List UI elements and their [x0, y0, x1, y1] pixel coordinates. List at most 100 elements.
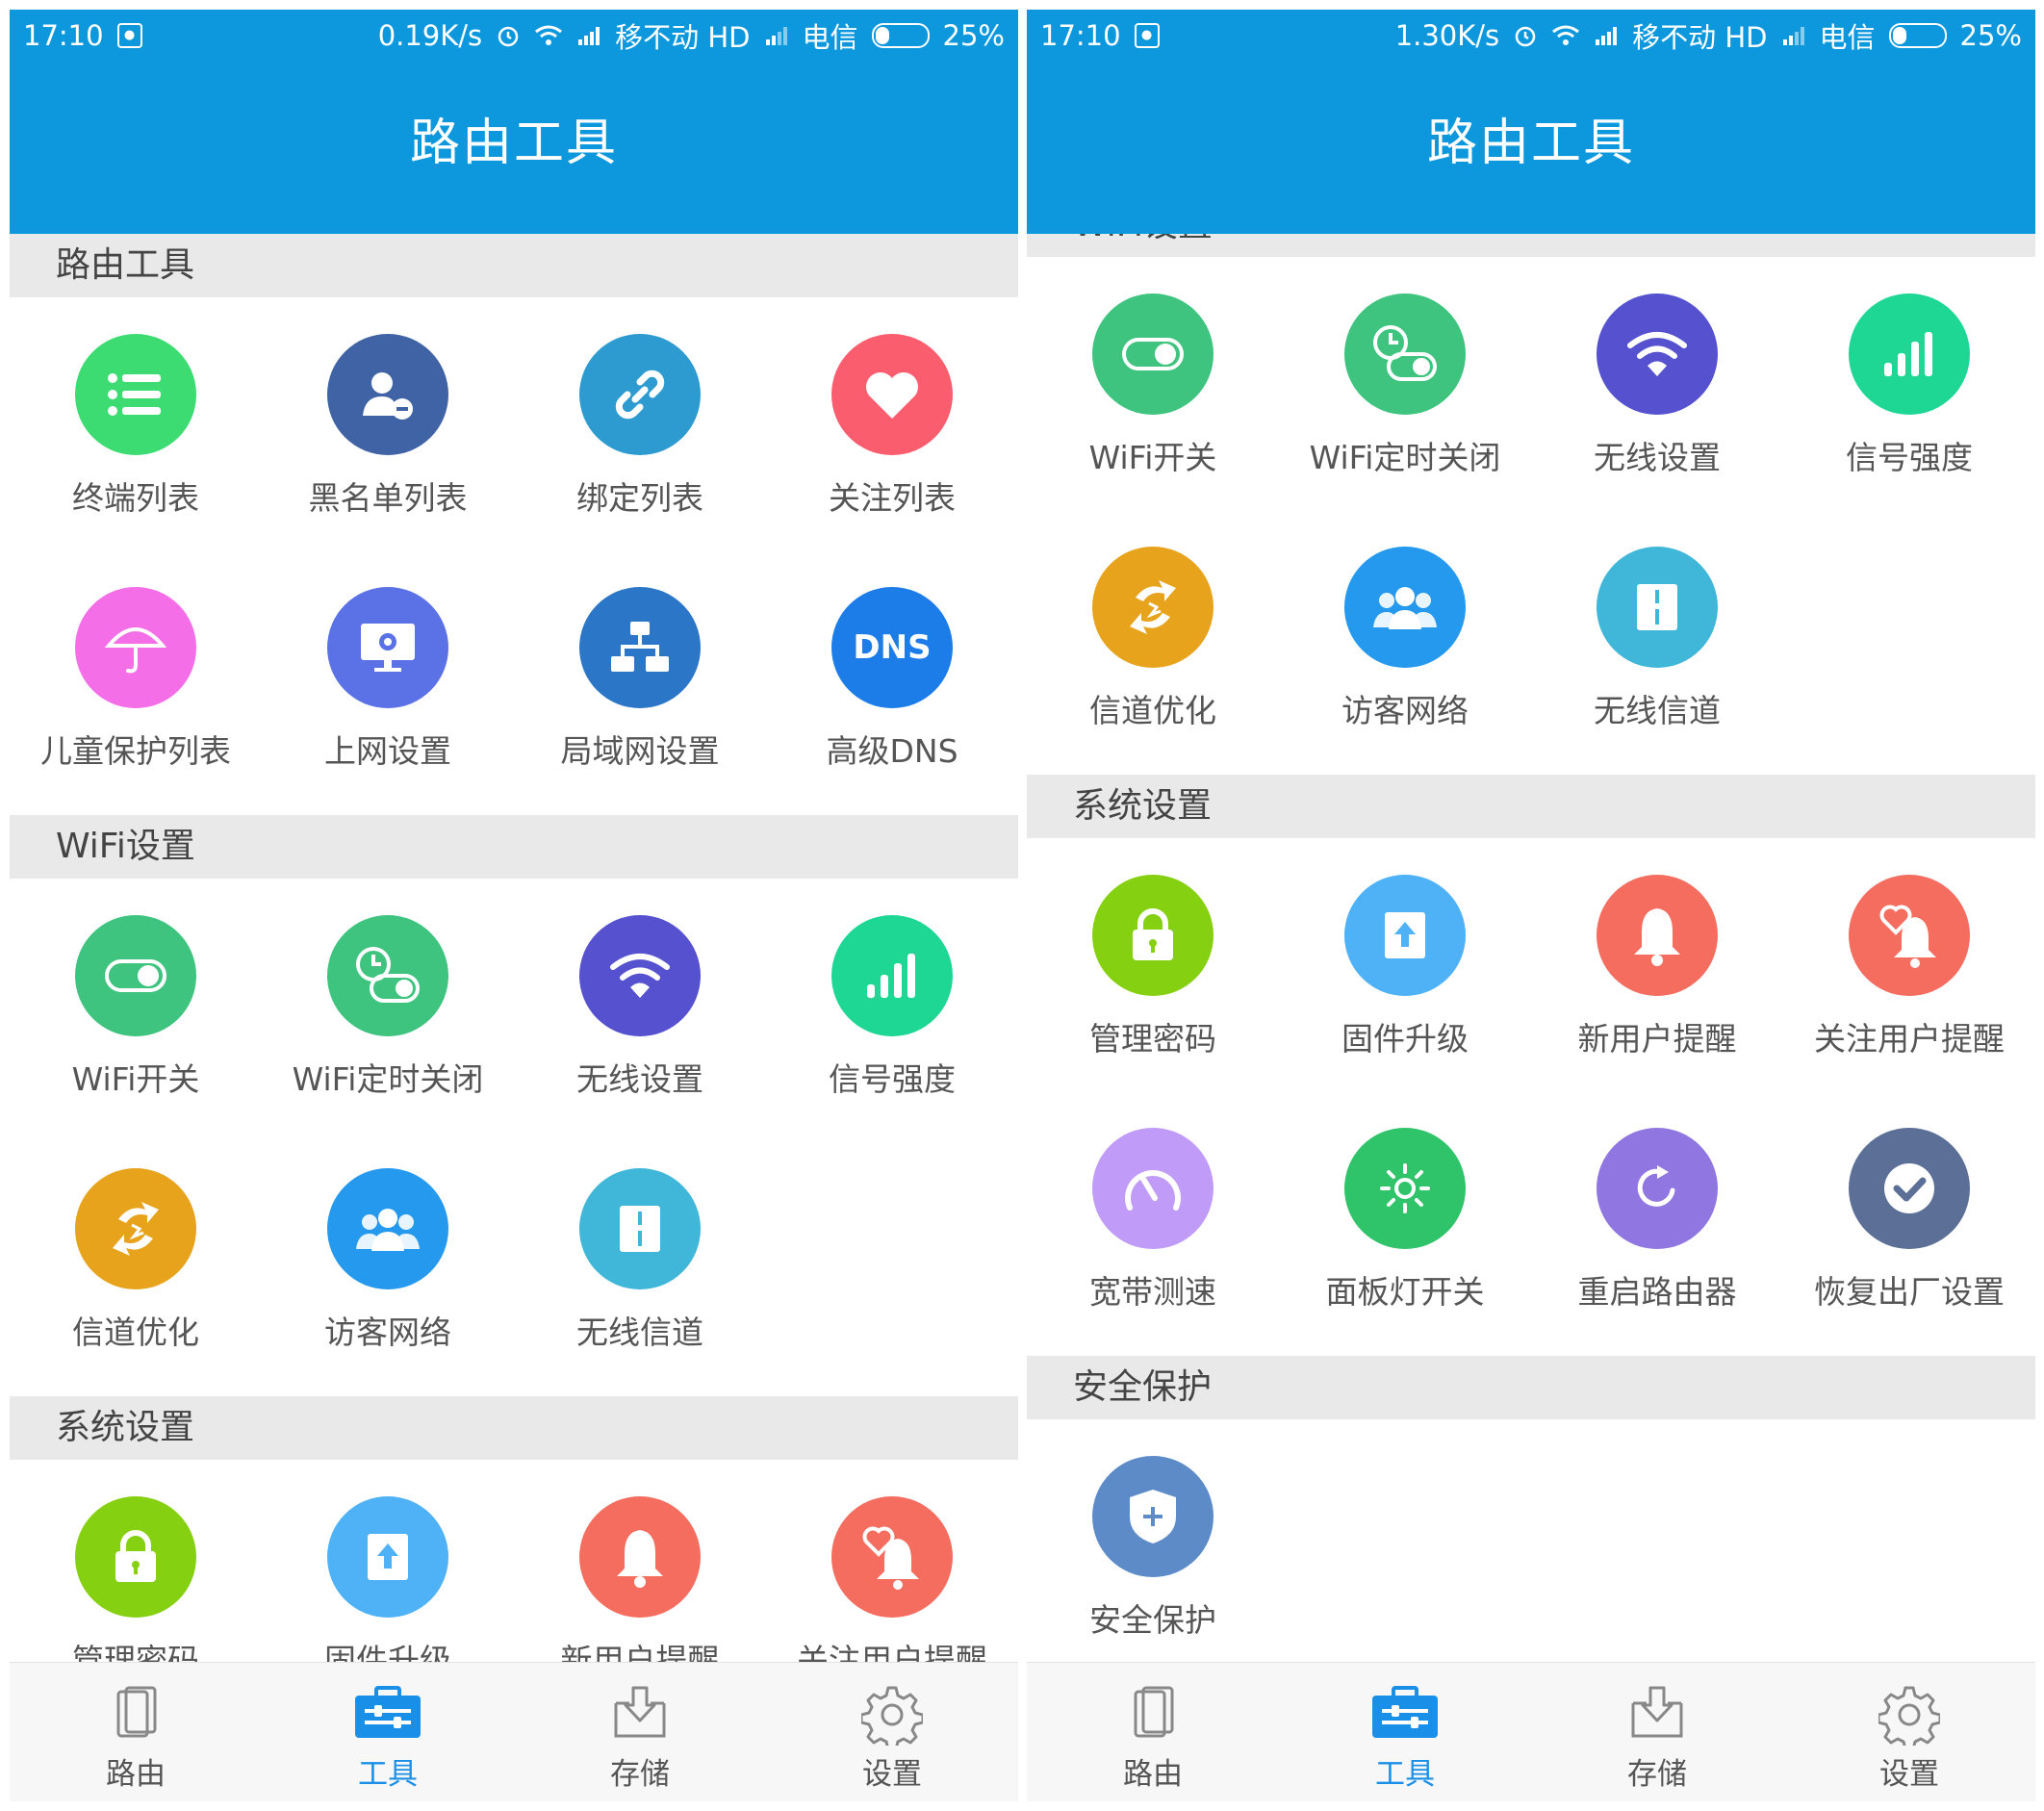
tool-network[interactable]: 局域网设置 — [514, 550, 766, 803]
gear-icon — [859, 1684, 925, 1751]
nav-tab-gear[interactable]: 设置 — [1783, 1663, 2035, 1801]
tool-bell[interactable]: 新用户提醒 — [514, 1460, 766, 1663]
tool-label: 关注用户提醒 — [797, 1642, 987, 1663]
tool-restart[interactable]: 重启路由器 — [1531, 1091, 1783, 1344]
download-box-icon — [606, 1684, 674, 1746]
tool-label: 上网设置 — [324, 732, 451, 770]
tool-label: 恢复出厂设置 — [1814, 1273, 2005, 1311]
umbrella-icon — [75, 587, 196, 708]
tool-label: 局域网设置 — [560, 732, 720, 770]
tool-light[interactable]: 面板灯开关 — [1279, 1091, 1531, 1344]
page-title: 路由工具 — [409, 115, 618, 172]
nav-tab-gear[interactable]: 设置 — [766, 1663, 1018, 1801]
tools-scroll-area[interactable]: WiFi设置 WiFi开关 WiFi定时关闭 无线设置 信号强度信道优化 访客网络 无线信道… — [1027, 234, 2035, 1663]
tool-speedometer[interactable]: 宽带测速 — [1027, 1091, 1279, 1344]
tool-label: 访客网络 — [1341, 692, 1469, 729]
tool-umbrella[interactable]: 儿童保护列表 — [10, 550, 262, 803]
tool-label: 无线信道 — [1594, 692, 1721, 729]
upgrade-icon — [327, 1496, 448, 1618]
tool-signal-bars[interactable]: 信号强度 — [1783, 257, 2035, 510]
alarm-icon — [1513, 23, 1538, 48]
section-header: 路由工具 — [10, 234, 1018, 297]
icon-text: DNS — [853, 628, 932, 667]
tool-timer-toggle[interactable]: WiFi定时关闭 — [262, 879, 514, 1132]
tool-monitor-gear[interactable]: 上网设置 — [262, 550, 514, 803]
tool-wifi[interactable]: 无线设置 — [1531, 257, 1783, 510]
section-header: 系统设置 — [1027, 775, 2035, 838]
page-title: 路由工具 — [1426, 115, 1635, 172]
tool-signal-bars[interactable]: 信号强度 — [766, 879, 1018, 1132]
nav-tab-router[interactable]: 路由 — [1027, 1663, 1279, 1801]
network-speed: 1.30K/s — [1394, 19, 1500, 52]
tool-lock[interactable]: 管理密码 — [10, 1460, 262, 1663]
tool-link[interactable]: 绑定列表 — [514, 297, 766, 550]
battery-icon — [1888, 23, 1947, 48]
tool-heart-bell[interactable]: 关注用户提醒 — [1783, 838, 2035, 1091]
tool-toggle[interactable]: WiFi开关 — [10, 879, 262, 1132]
tool-grid: 管理密码 固件升级 新用户提醒 关注用户提醒宽带测速 面板灯开关 重启路由器 恢复出厂设置 — [1027, 838, 2035, 1356]
bell-icon — [579, 1496, 701, 1618]
guests-icon — [1344, 547, 1466, 668]
tool-toggle[interactable]: WiFi开关 — [1027, 257, 1279, 510]
nav-tab-router[interactable]: 路由 — [10, 1663, 262, 1801]
status-bar: 17:10 ● 1.30K/s 移不动 HD 电信 25% — [1027, 10, 2035, 62]
tool-list[interactable]: 终端列表 — [10, 297, 262, 550]
tool-label: 终端列表 — [72, 479, 199, 517]
section-header: WiFi设置 — [10, 815, 1018, 879]
bottom-nav: 路由 工具 存储 设置 — [10, 1662, 1018, 1801]
tool-channel[interactable]: 无线信道 — [1531, 510, 1783, 763]
tool-lock[interactable]: 管理密码 — [1027, 838, 1279, 1091]
tool-guests[interactable]: 访客网络 — [262, 1132, 514, 1385]
tool-label: 信道优化 — [1089, 692, 1216, 729]
dns-icon: DNS — [831, 587, 953, 708]
tool-label: WiFi定时关闭 — [292, 1060, 484, 1098]
tool-user-block[interactable]: 黑名单列表 — [262, 297, 514, 550]
nav-label: 设置 — [862, 1757, 922, 1792]
tool-label: 固件升级 — [1341, 1020, 1469, 1058]
tool-grid: WiFi开关 WiFi定时关闭 无线设置 信号强度信道优化 访客网络 无线信道 — [10, 879, 1018, 1396]
tool-channel-optimize[interactable]: 信道优化 — [10, 1132, 262, 1385]
carrier-2: 电信 — [1819, 21, 1876, 54]
cell-signal-2-icon — [764, 26, 789, 45]
tool-channel[interactable]: 无线信道 — [514, 1132, 766, 1385]
tool-label: 面板灯开关 — [1325, 1273, 1485, 1311]
tool-dns[interactable]: DNS 高级DNS — [766, 550, 1018, 803]
tools-scroll-area[interactable]: 路由工具终端列表 黑名单列表 绑定列表 关注列表儿童保护列表 上网设置 局域网设置 DNS 高… — [10, 234, 1018, 1663]
tool-label: 管理密码 — [72, 1642, 199, 1663]
tool-upgrade[interactable]: 固件升级 — [262, 1460, 514, 1663]
monitor-gear-icon — [327, 587, 448, 708]
phone-screen-right: 17:10 ● 1.30K/s 移不动 HD 电信 25% 路由工具 WiFi开… — [1027, 10, 2035, 1801]
tool-bell[interactable]: 新用户提醒 — [1531, 838, 1783, 1091]
nav-tab-download-box[interactable]: 存储 — [1531, 1663, 1783, 1801]
tool-check-circle[interactable]: 恢复出厂设置 — [1783, 1091, 2035, 1344]
tool-shield[interactable]: 安全保护 — [1027, 1419, 1279, 1663]
section-header: 安全保护 — [1027, 1356, 2035, 1419]
phone-screen-left: 17:10 ● 0.19K/s 移不动 HD 电信 25% 路由工具 路由工具 … — [10, 10, 1018, 1801]
channel-icon — [579, 1168, 701, 1289]
tool-label: 儿童保护列表 — [40, 732, 231, 770]
upgrade-icon — [1344, 875, 1466, 996]
network-icon — [579, 587, 701, 708]
cell-signal-icon — [576, 26, 601, 45]
cell-signal-2-icon — [1781, 26, 1806, 45]
tool-timer-toggle[interactable]: WiFi定时关闭 — [1279, 257, 1531, 510]
tool-wifi[interactable]: 无线设置 — [514, 879, 766, 1132]
tool-label: 高级DNS — [826, 732, 958, 770]
tool-label: 新用户提醒 — [560, 1642, 720, 1663]
toolbox-icon — [351, 1684, 424, 1746]
carrier-1: 移不动 HD — [615, 21, 751, 54]
nav-tab-download-box[interactable]: 存储 — [514, 1663, 766, 1801]
speedometer-icon — [1092, 1128, 1214, 1249]
timer-toggle-icon — [1344, 293, 1466, 415]
nav-label: 路由 — [106, 1757, 166, 1792]
tool-upgrade[interactable]: 固件升级 — [1279, 838, 1531, 1091]
tool-guests[interactable]: 访客网络 — [1279, 510, 1531, 763]
tool-heart-bell[interactable]: 关注用户提醒 — [766, 1460, 1018, 1663]
nav-label: 路由 — [1123, 1757, 1183, 1792]
tool-label: 关注列表 — [829, 479, 956, 517]
light-icon — [1344, 1128, 1466, 1249]
nav-tab-toolbox[interactable]: 工具 — [262, 1663, 514, 1801]
tool-channel-optimize[interactable]: 信道优化 — [1027, 510, 1279, 763]
nav-tab-toolbox[interactable]: 工具 — [1279, 1663, 1531, 1801]
tool-heart[interactable]: 关注列表 — [766, 297, 1018, 550]
